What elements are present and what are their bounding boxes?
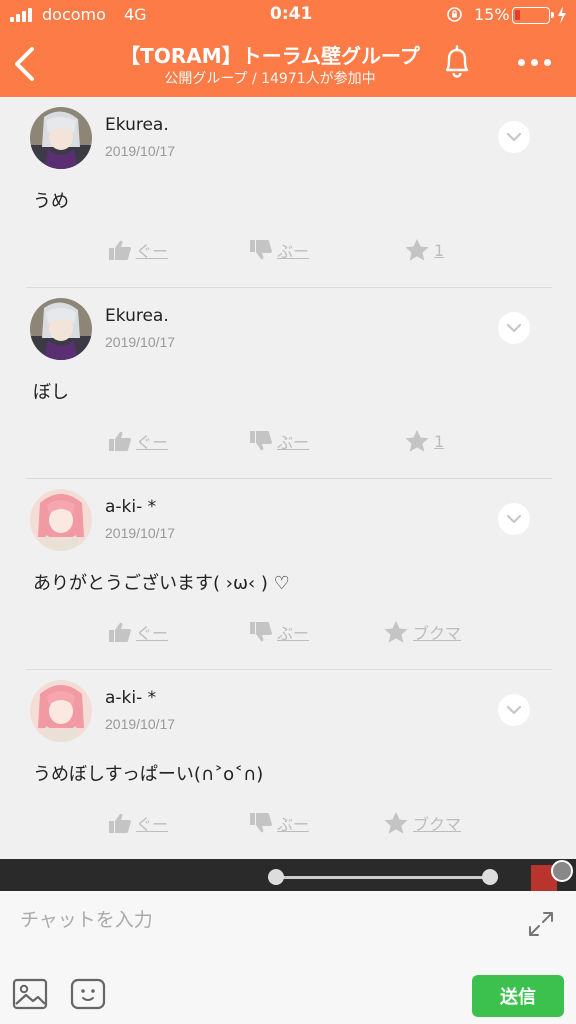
thumbs-down-icon [250,622,272,642]
thumbs-down-icon [250,813,272,833]
bad-label: ぶー [277,815,310,834]
comment-actions: ぐー ぶー 1 [0,429,576,459]
bad-label: ぶー [277,433,310,452]
thumbs-down-icon [250,240,272,260]
bookmark-button[interactable]: ブクマ [383,811,461,835]
star-icon [384,812,408,834]
good-label: ぐー [136,242,169,261]
comment-feed: Ekurea. 2019/10/17 うめ ぐー ぶー 1 Ekurea. 20… [0,97,576,861]
chevron-left-icon[interactable] [10,44,38,84]
comment-author[interactable]: a-ki- * [105,497,156,517]
comment-actions: ぐー ぶー 1 [0,238,576,268]
good-label: ぐー [136,433,169,452]
good-button[interactable]: ぐー [108,620,168,644]
avatar[interactable] [30,298,92,360]
bookmark-button[interactable]: ブクマ [383,620,461,644]
star-icon [405,430,429,452]
comment-author[interactable]: Ekurea. [105,115,169,135]
comment-item: Ekurea. 2019/10/17 ぼし ぐー ぶー 1 [0,288,576,479]
comment-item: a-ki- * 2019/10/17 うめぼしすっぱーい(∩˃o˂∩) ぐー ぶ… [0,670,576,861]
comment-text: うめ [33,191,69,212]
bad-button[interactable]: ぶー [249,620,309,644]
group-subtitle: 公開グループ / 14971人が参加中 [164,71,376,87]
comment-menu-button[interactable] [498,121,530,153]
thumbs-up-icon [109,622,131,642]
network-type: 4G [124,5,147,24]
group-title: 【TORAM】トーラム壁グループ [120,44,420,68]
expand-icon[interactable] [526,909,556,939]
chevron-down-icon [506,132,522,142]
thumbs-up-icon [109,431,131,451]
sticker-icon[interactable] [70,977,106,1011]
send-button[interactable]: 送信 [472,975,564,1017]
bookmark-button[interactable]: 1 [404,429,444,453]
banner-slider-knob [268,869,284,885]
chat-input[interactable]: チャットを入力 [20,905,153,932]
comment-date: 2019/10/17 [105,716,176,732]
comment-menu-button[interactable] [498,503,530,535]
good-button[interactable]: ぐー [108,811,168,835]
comment-author[interactable]: a-ki- * [105,688,156,708]
chat-composer: チャットを入力 送信 [0,891,576,1024]
image-icon[interactable] [12,977,48,1011]
good-button[interactable]: ぐー [108,429,168,453]
battery-percent: 15% [474,5,510,24]
bad-button[interactable]: ぶー [249,429,309,453]
avatar[interactable] [30,489,92,551]
good-label: ぐー [136,815,169,834]
chevron-down-icon [506,705,522,715]
good-label: ぐー [136,624,169,643]
comment-actions: ぐー ぶー ブクマ [0,620,576,650]
top-bar: docomo 4G 0:41 15% 【TORAM】トーラム壁グループ 公開グル… [0,0,576,97]
battery-icon [512,7,554,24]
chevron-down-icon [506,514,522,524]
avatar-image [30,680,92,742]
avatar[interactable] [30,107,92,169]
chevron-down-icon [506,323,522,333]
avatar-image [30,298,92,360]
thumbs-up-icon [109,813,131,833]
carrier-name: docomo [42,5,106,24]
comment-actions: ぐー ぶー ブクマ [0,811,576,841]
more-icon[interactable] [514,52,554,72]
comment-menu-button[interactable] [498,694,530,726]
bookmark-label: 1 [434,431,445,451]
status-bar: docomo 4G 0:41 15% [0,0,576,30]
star-icon [405,239,429,261]
comment-item: Ekurea. 2019/10/17 うめ ぐー ぶー 1 [0,97,576,288]
comment-item: a-ki- * 2019/10/17 ありがとうございます( ›ω‹ ) ♡ ぐ… [0,479,576,670]
comment-author[interactable]: Ekurea. [105,306,169,326]
avatar[interactable] [30,680,92,742]
bad-label: ぶー [277,624,310,643]
avatar-image [30,107,92,169]
avatar-image [30,489,92,551]
bad-button[interactable]: ぶー [249,811,309,835]
cloud-icon[interactable] [551,860,573,882]
thumbs-down-icon [250,431,272,451]
status-time: 0:41 [270,4,313,24]
banner-slider-track [275,876,491,879]
bookmark-label: ブクマ [413,815,462,834]
comment-menu-button[interactable] [498,312,530,344]
banner-slider-knob [482,869,498,885]
bad-button[interactable]: ぶー [249,238,309,262]
comment-date: 2019/10/17 [105,143,176,159]
signal-icon [10,8,32,22]
comment-date: 2019/10/17 [105,334,176,350]
bookmark-label: 1 [434,240,445,260]
charging-icon [558,6,566,24]
comment-text: ぼし [33,382,69,403]
bell-icon[interactable] [440,44,474,80]
ad-banner[interactable] [0,859,576,891]
good-button[interactable]: ぐー [108,238,168,262]
rotation-lock-icon [447,7,462,22]
thumbs-up-icon [109,240,131,260]
bookmark-button[interactable]: 1 [404,238,444,262]
comment-date: 2019/10/17 [105,525,176,541]
bookmark-label: ブクマ [413,624,462,643]
comment-text: うめぼしすっぱーい(∩˃o˂∩) [33,764,264,785]
comment-text: ありがとうございます( ›ω‹ ) ♡ [33,573,290,594]
bad-label: ぶー [277,242,310,261]
star-icon [384,621,408,643]
